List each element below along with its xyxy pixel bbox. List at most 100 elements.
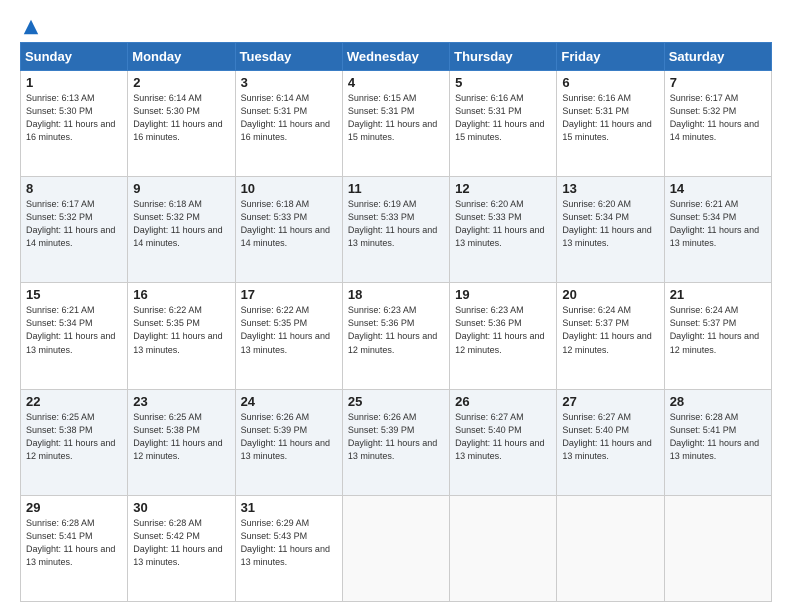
calendar-cell: 5 Sunrise: 6:16 AM Sunset: 5:31 PM Daylig… xyxy=(450,71,557,177)
day-number: 3 xyxy=(241,75,337,90)
day-info: Sunrise: 6:24 AM Sunset: 5:37 PM Dayligh… xyxy=(670,304,766,356)
day-number: 25 xyxy=(348,394,444,409)
day-info: Sunrise: 6:19 AM Sunset: 5:33 PM Dayligh… xyxy=(348,198,444,250)
calendar-day-header: Tuesday xyxy=(235,43,342,71)
day-number: 15 xyxy=(26,287,122,302)
calendar-cell xyxy=(450,495,557,601)
calendar-cell xyxy=(557,495,664,601)
day-info: Sunrise: 6:28 AM Sunset: 5:41 PM Dayligh… xyxy=(670,411,766,463)
calendar-cell: 3 Sunrise: 6:14 AM Sunset: 5:31 PM Daylig… xyxy=(235,71,342,177)
calendar-cell: 10 Sunrise: 6:18 AM Sunset: 5:33 PM Dayli… xyxy=(235,177,342,283)
day-info: Sunrise: 6:27 AM Sunset: 5:40 PM Dayligh… xyxy=(562,411,658,463)
day-number: 29 xyxy=(26,500,122,515)
calendar-cell: 9 Sunrise: 6:18 AM Sunset: 5:32 PM Daylig… xyxy=(128,177,235,283)
day-info: Sunrise: 6:28 AM Sunset: 5:41 PM Dayligh… xyxy=(26,517,122,569)
calendar-cell: 2 Sunrise: 6:14 AM Sunset: 5:30 PM Daylig… xyxy=(128,71,235,177)
header xyxy=(20,18,772,34)
day-number: 8 xyxy=(26,181,122,196)
calendar-week-row: 1 Sunrise: 6:13 AM Sunset: 5:30 PM Daylig… xyxy=(21,71,772,177)
day-number: 5 xyxy=(455,75,551,90)
day-number: 22 xyxy=(26,394,122,409)
day-info: Sunrise: 6:13 AM Sunset: 5:30 PM Dayligh… xyxy=(26,92,122,144)
day-number: 14 xyxy=(670,181,766,196)
day-info: Sunrise: 6:21 AM Sunset: 5:34 PM Dayligh… xyxy=(26,304,122,356)
day-info: Sunrise: 6:26 AM Sunset: 5:39 PM Dayligh… xyxy=(241,411,337,463)
day-info: Sunrise: 6:14 AM Sunset: 5:31 PM Dayligh… xyxy=(241,92,337,144)
calendar-cell: 28Sunrise: 6:28 AM Sunset: 5:41 PM Dayli… xyxy=(664,389,771,495)
day-info: Sunrise: 6:22 AM Sunset: 5:35 PM Dayligh… xyxy=(133,304,229,356)
calendar-cell: 21Sunrise: 6:24 AM Sunset: 5:37 PM Dayli… xyxy=(664,283,771,389)
logo-icon xyxy=(22,18,40,36)
day-number: 16 xyxy=(133,287,229,302)
calendar-week-row: 8 Sunrise: 6:17 AM Sunset: 5:32 PM Daylig… xyxy=(21,177,772,283)
logo xyxy=(20,18,40,34)
day-number: 31 xyxy=(241,500,337,515)
day-info: Sunrise: 6:26 AM Sunset: 5:39 PM Dayligh… xyxy=(348,411,444,463)
day-info: Sunrise: 6:17 AM Sunset: 5:32 PM Dayligh… xyxy=(670,92,766,144)
day-number: 20 xyxy=(562,287,658,302)
day-number: 6 xyxy=(562,75,658,90)
calendar-cell: 25 Sunrise: 6:26 AM Sunset: 5:39 PM Dayli… xyxy=(342,389,449,495)
day-info: Sunrise: 6:18 AM Sunset: 5:32 PM Dayligh… xyxy=(133,198,229,250)
day-number: 11 xyxy=(348,181,444,196)
day-number: 2 xyxy=(133,75,229,90)
day-number: 7 xyxy=(670,75,766,90)
calendar-cell: 4 Sunrise: 6:15 AM Sunset: 5:31 PM Daylig… xyxy=(342,71,449,177)
day-number: 26 xyxy=(455,394,551,409)
day-info: Sunrise: 6:20 AM Sunset: 5:33 PM Dayligh… xyxy=(455,198,551,250)
page: SundayMondayTuesdayWednesdayThursdayFrid… xyxy=(0,0,792,612)
calendar-cell: 8 Sunrise: 6:17 AM Sunset: 5:32 PM Daylig… xyxy=(21,177,128,283)
day-info: Sunrise: 6:23 AM Sunset: 5:36 PM Dayligh… xyxy=(348,304,444,356)
day-info: Sunrise: 6:20 AM Sunset: 5:34 PM Dayligh… xyxy=(562,198,658,250)
calendar-cell: 14 Sunrise: 6:21 AM Sunset: 5:34 PM Dayli… xyxy=(664,177,771,283)
day-number: 9 xyxy=(133,181,229,196)
day-info: Sunrise: 6:29 AM Sunset: 5:43 PM Dayligh… xyxy=(241,517,337,569)
calendar-cell: 29 Sunrise: 6:28 AM Sunset: 5:41 PM Dayli… xyxy=(21,495,128,601)
day-number: 10 xyxy=(241,181,337,196)
day-number: 23 xyxy=(133,394,229,409)
day-info: Sunrise: 6:18 AM Sunset: 5:33 PM Dayligh… xyxy=(241,198,337,250)
day-info: Sunrise: 6:27 AM Sunset: 5:40 PM Dayligh… xyxy=(455,411,551,463)
calendar-week-row: 29 Sunrise: 6:28 AM Sunset: 5:41 PM Dayli… xyxy=(21,495,772,601)
calendar-week-row: 22 Sunrise: 6:25 AM Sunset: 5:38 PM Dayli… xyxy=(21,389,772,495)
calendar-cell: 18 Sunrise: 6:23 AM Sunset: 5:36 PM Dayli… xyxy=(342,283,449,389)
day-info: Sunrise: 6:21 AM Sunset: 5:34 PM Dayligh… xyxy=(670,198,766,250)
day-info: Sunrise: 6:15 AM Sunset: 5:31 PM Dayligh… xyxy=(348,92,444,144)
day-number: 19 xyxy=(455,287,551,302)
day-info: Sunrise: 6:24 AM Sunset: 5:37 PM Dayligh… xyxy=(562,304,658,356)
day-number: 1 xyxy=(26,75,122,90)
day-number: 18 xyxy=(348,287,444,302)
calendar-cell: 26 Sunrise: 6:27 AM Sunset: 5:40 PM Dayli… xyxy=(450,389,557,495)
calendar-cell: 19 Sunrise: 6:23 AM Sunset: 5:36 PM Dayli… xyxy=(450,283,557,389)
calendar-cell: 20 Sunrise: 6:24 AM Sunset: 5:37 PM Dayli… xyxy=(557,283,664,389)
calendar-cell: 1 Sunrise: 6:13 AM Sunset: 5:30 PM Daylig… xyxy=(21,71,128,177)
calendar-cell: 24 Sunrise: 6:26 AM Sunset: 5:39 PM Dayli… xyxy=(235,389,342,495)
day-info: Sunrise: 6:25 AM Sunset: 5:38 PM Dayligh… xyxy=(26,411,122,463)
calendar-cell: 6Sunrise: 6:16 AM Sunset: 5:31 PM Daylig… xyxy=(557,71,664,177)
day-info: Sunrise: 6:17 AM Sunset: 5:32 PM Dayligh… xyxy=(26,198,122,250)
day-info: Sunrise: 6:16 AM Sunset: 5:31 PM Dayligh… xyxy=(455,92,551,144)
calendar-cell: 12 Sunrise: 6:20 AM Sunset: 5:33 PM Dayli… xyxy=(450,177,557,283)
calendar-cell: 16 Sunrise: 6:22 AM Sunset: 5:35 PM Dayli… xyxy=(128,283,235,389)
day-info: Sunrise: 6:14 AM Sunset: 5:30 PM Dayligh… xyxy=(133,92,229,144)
calendar-week-row: 15 Sunrise: 6:21 AM Sunset: 5:34 PM Dayli… xyxy=(21,283,772,389)
calendar-cell: 15 Sunrise: 6:21 AM Sunset: 5:34 PM Dayli… xyxy=(21,283,128,389)
day-number: 17 xyxy=(241,287,337,302)
calendar-cell: 31 Sunrise: 6:29 AM Sunset: 5:43 PM Dayli… xyxy=(235,495,342,601)
day-number: 12 xyxy=(455,181,551,196)
calendar-cell: 23 Sunrise: 6:25 AM Sunset: 5:38 PM Dayli… xyxy=(128,389,235,495)
calendar-day-header: Monday xyxy=(128,43,235,71)
day-number: 4 xyxy=(348,75,444,90)
calendar-day-header: Sunday xyxy=(21,43,128,71)
calendar-day-header: Saturday xyxy=(664,43,771,71)
calendar-table: SundayMondayTuesdayWednesdayThursdayFrid… xyxy=(20,42,772,602)
calendar-cell: 11 Sunrise: 6:19 AM Sunset: 5:33 PM Dayli… xyxy=(342,177,449,283)
day-number: 27 xyxy=(562,394,658,409)
day-info: Sunrise: 6:25 AM Sunset: 5:38 PM Dayligh… xyxy=(133,411,229,463)
calendar-cell: 27 Sunrise: 6:27 AM Sunset: 5:40 PM Dayli… xyxy=(557,389,664,495)
calendar-cell: 17Sunrise: 6:22 AM Sunset: 5:35 PM Dayli… xyxy=(235,283,342,389)
calendar-cell xyxy=(664,495,771,601)
calendar-cell: 13Sunrise: 6:20 AM Sunset: 5:34 PM Dayli… xyxy=(557,177,664,283)
day-info: Sunrise: 6:23 AM Sunset: 5:36 PM Dayligh… xyxy=(455,304,551,356)
day-number: 24 xyxy=(241,394,337,409)
